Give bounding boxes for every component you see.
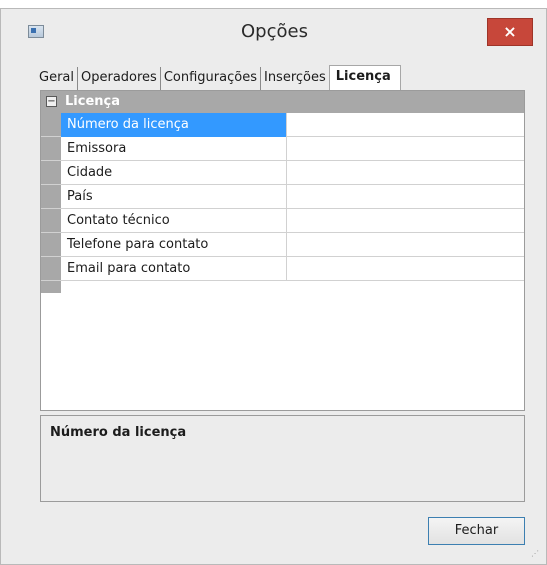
property-value-field[interactable] <box>287 113 524 137</box>
property-value-field[interactable] <box>287 161 524 185</box>
property-row-telefone[interactable]: Telefone para contato <box>41 233 524 257</box>
title-bar[interactable]: Opções × <box>1 9 546 47</box>
fechar-button[interactable]: Fechar <box>428 517 525 545</box>
property-name: Cidade <box>61 161 287 185</box>
tab-geral[interactable]: Geral <box>36 67 78 91</box>
property-row-email[interactable]: Email para contato <box>41 257 524 281</box>
tab-strip: Geral Operadores Configurações Inserções Lic… <box>36 65 401 91</box>
property-value-field[interactable] <box>287 209 524 233</box>
property-name: Número da licença <box>61 113 287 137</box>
window-title: Opções <box>241 21 308 42</box>
property-value-field[interactable] <box>287 257 524 281</box>
property-name: País <box>61 185 287 209</box>
property-name: Telefone para contato <box>61 233 287 257</box>
property-row-contato-tecnico[interactable]: Contato técnico <box>41 209 524 233</box>
description-pane: Número da licença <box>40 415 525 502</box>
property-row-emissora[interactable]: Emissora <box>41 137 524 161</box>
property-row-pais[interactable]: País <box>41 185 524 209</box>
property-value-field[interactable] <box>287 233 524 257</box>
tab-operadores[interactable]: Operadores <box>78 67 161 91</box>
description-title: Número da licença <box>50 425 187 440</box>
tab-licenca[interactable]: Licença <box>328 65 401 91</box>
resize-grip-icon[interactable]: ⋰ <box>531 550 541 562</box>
property-grid: − Licença Número da licença Emissora Cid… <box>40 90 525 411</box>
property-name: Contato técnico <box>61 209 287 233</box>
category-label: Licença <box>65 94 120 109</box>
property-value-field[interactable] <box>287 185 524 209</box>
category-row-licenca[interactable]: − Licença <box>41 91 524 113</box>
property-row-numero-licenca[interactable]: Número da licença <box>41 113 524 137</box>
property-value-field[interactable] <box>287 137 524 161</box>
tab-configuracoes[interactable]: Configurações <box>161 67 261 91</box>
property-name: Email para contato <box>61 257 287 281</box>
tab-insercoes[interactable]: Inserções <box>261 67 329 91</box>
property-row-cidade[interactable]: Cidade <box>41 161 524 185</box>
property-name: Emissora <box>61 137 287 161</box>
collapse-toggle-icon[interactable]: − <box>46 96 57 107</box>
close-window-button[interactable]: × <box>487 18 533 46</box>
